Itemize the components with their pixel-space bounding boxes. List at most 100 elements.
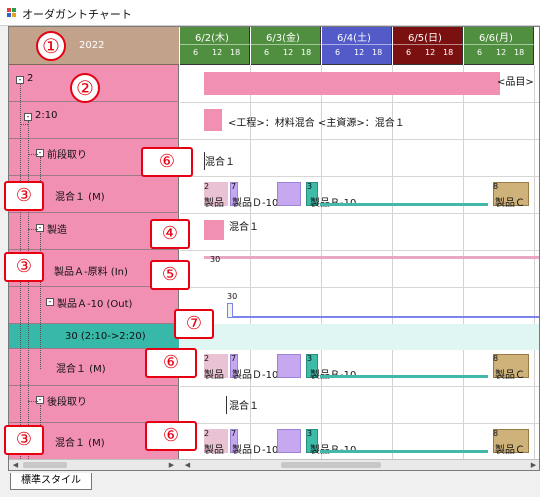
row-gridline	[180, 102, 539, 103]
task-bar[interactable]	[277, 182, 301, 206]
tree-row-post-setup[interactable]: - 後段取り	[9, 386, 179, 423]
task-number: 7	[231, 182, 237, 191]
day-header: 6/2(木) 6 12 18	[180, 27, 250, 65]
collapse-icon[interactable]: -	[24, 113, 32, 121]
product-label: 製品	[204, 198, 224, 209]
quantity-label: 30	[210, 255, 221, 264]
task-number: 7	[231, 429, 237, 438]
hour-ticks: 6 12 18	[180, 44, 250, 65]
flow-line	[320, 375, 488, 378]
hour-label: 6	[264, 48, 270, 57]
task-number: 2	[204, 429, 210, 438]
task-number: 8	[493, 354, 499, 363]
flow-line	[320, 203, 488, 206]
tree-connector	[20, 124, 28, 125]
task-number: 2	[204, 354, 210, 363]
hour-label: 12	[496, 48, 507, 57]
annotation-marker-7: ⑦	[174, 309, 214, 339]
row-gridline	[180, 423, 539, 424]
tree-row-assignment[interactable]: 30 (2:10->2:20)	[9, 324, 179, 349]
annotation-marker-6: ⑥	[141, 147, 193, 177]
product-label: 製品Ｂ-10	[310, 194, 356, 209]
process-label: <工程>：材料混合 <主資源>：混合１	[228, 118, 405, 129]
horizontal-scrollbar[interactable]: ◀ ▶ ◀ ▶	[9, 459, 539, 470]
collapse-icon[interactable]: -	[16, 76, 24, 84]
task-marker	[226, 396, 227, 414]
row-gridline	[180, 250, 539, 251]
row-gridline	[180, 176, 539, 177]
day-header: 6/5(日) 6 12 18	[393, 27, 463, 65]
task-number: 3	[307, 429, 313, 438]
tree-row-order-2-10[interactable]: - 2:10	[9, 102, 179, 139]
tree-label: 製造	[47, 225, 67, 236]
tree-label: 混合１ (M)	[55, 438, 105, 449]
mixing-label: 混合１	[229, 401, 259, 412]
day-header: 6/3(金) 6 12 18	[251, 27, 321, 65]
gantt-chart: 6/2(木) 6 12 18 6/3(金) 6 12 18 6/4(土) 6 1…	[180, 27, 539, 459]
row-gridline	[180, 287, 539, 288]
tree-connector	[28, 121, 29, 459]
collapse-icon[interactable]: -	[46, 298, 54, 306]
annotation-marker-3: ③	[4, 181, 44, 211]
hour-label: 18	[514, 48, 525, 57]
hour-label: 18	[443, 48, 454, 57]
window-title: オーダガントチャート	[22, 8, 132, 21]
task-marker	[204, 152, 205, 170]
day-label: 6/2(木)	[195, 33, 229, 44]
collapse-icon[interactable]: -	[36, 396, 44, 404]
tree-scroll-thumb[interactable]	[23, 462, 67, 468]
product-label: 製品Ｄ-10	[232, 370, 279, 381]
quantity-label: 30	[227, 292, 238, 301]
task-bar[interactable]	[277, 354, 301, 378]
app-icon	[7, 8, 17, 18]
material-line	[204, 256, 539, 259]
product-label: 製品	[204, 445, 224, 456]
task-number: 3	[307, 354, 313, 363]
scroll-left-icon[interactable]: ◀	[183, 461, 192, 469]
product-label: 製品Ｃ	[495, 370, 525, 381]
material-bar[interactable]	[204, 220, 224, 240]
annotation-marker-3: ③	[4, 425, 44, 455]
process-bar[interactable]	[204, 109, 222, 131]
output-line	[233, 316, 539, 318]
row-gridline	[180, 386, 539, 387]
chart-scroll-thumb[interactable]	[281, 462, 381, 468]
hour-label: 6	[406, 48, 412, 57]
tree-row-product-output[interactable]: - 製品Ａ-10 (Out)	[9, 287, 179, 324]
scroll-right-icon[interactable]: ▶	[529, 461, 538, 469]
tree-label: 2	[27, 73, 34, 84]
task-bar[interactable]	[277, 429, 301, 453]
tree-label: 前段取り	[47, 150, 87, 161]
task-number: 8	[493, 429, 499, 438]
hour-label: 12	[354, 48, 365, 57]
collapse-icon[interactable]: -	[36, 149, 44, 157]
row-gridline	[180, 213, 539, 214]
hour-label: 12	[212, 48, 223, 57]
style-tab[interactable]: 標準スタイル	[10, 473, 92, 490]
tree-label: 混合１ (M)	[56, 364, 106, 375]
scroll-left-icon[interactable]: ◀	[11, 461, 20, 469]
hour-label: 6	[193, 48, 199, 57]
title-bar: オーダガントチャート	[0, 0, 540, 26]
order-bar[interactable]	[204, 72, 500, 95]
tree-label: 30 (2:10->2:20)	[65, 331, 146, 342]
annotation-marker-3: ③	[4, 252, 44, 282]
hour-ticks: 6 12 18	[393, 44, 463, 65]
product-label: 製品Ｄ-10	[232, 445, 279, 456]
hour-label: 12	[425, 48, 436, 57]
collapse-icon[interactable]: -	[36, 224, 44, 232]
tree-label: 後段取り	[47, 397, 87, 408]
hour-label: 18	[301, 48, 312, 57]
hour-ticks: 6 12 18	[464, 44, 534, 65]
tree-label: 2:10	[35, 110, 58, 121]
day-gridline	[463, 65, 464, 459]
hour-label: 18	[230, 48, 241, 57]
year-label: 2022	[79, 40, 105, 51]
day-label: 6/4(土)	[337, 33, 371, 44]
product-label: 製品Ｄ-10	[232, 198, 279, 209]
product-label: 製品Ｂ-10	[310, 441, 356, 456]
hour-ticks: 6 12 18	[322, 44, 392, 65]
product-label: 製品Ｂ-10	[310, 366, 356, 381]
product-label: 製品Ｃ	[495, 198, 525, 209]
scroll-right-icon[interactable]: ▶	[167, 461, 176, 469]
